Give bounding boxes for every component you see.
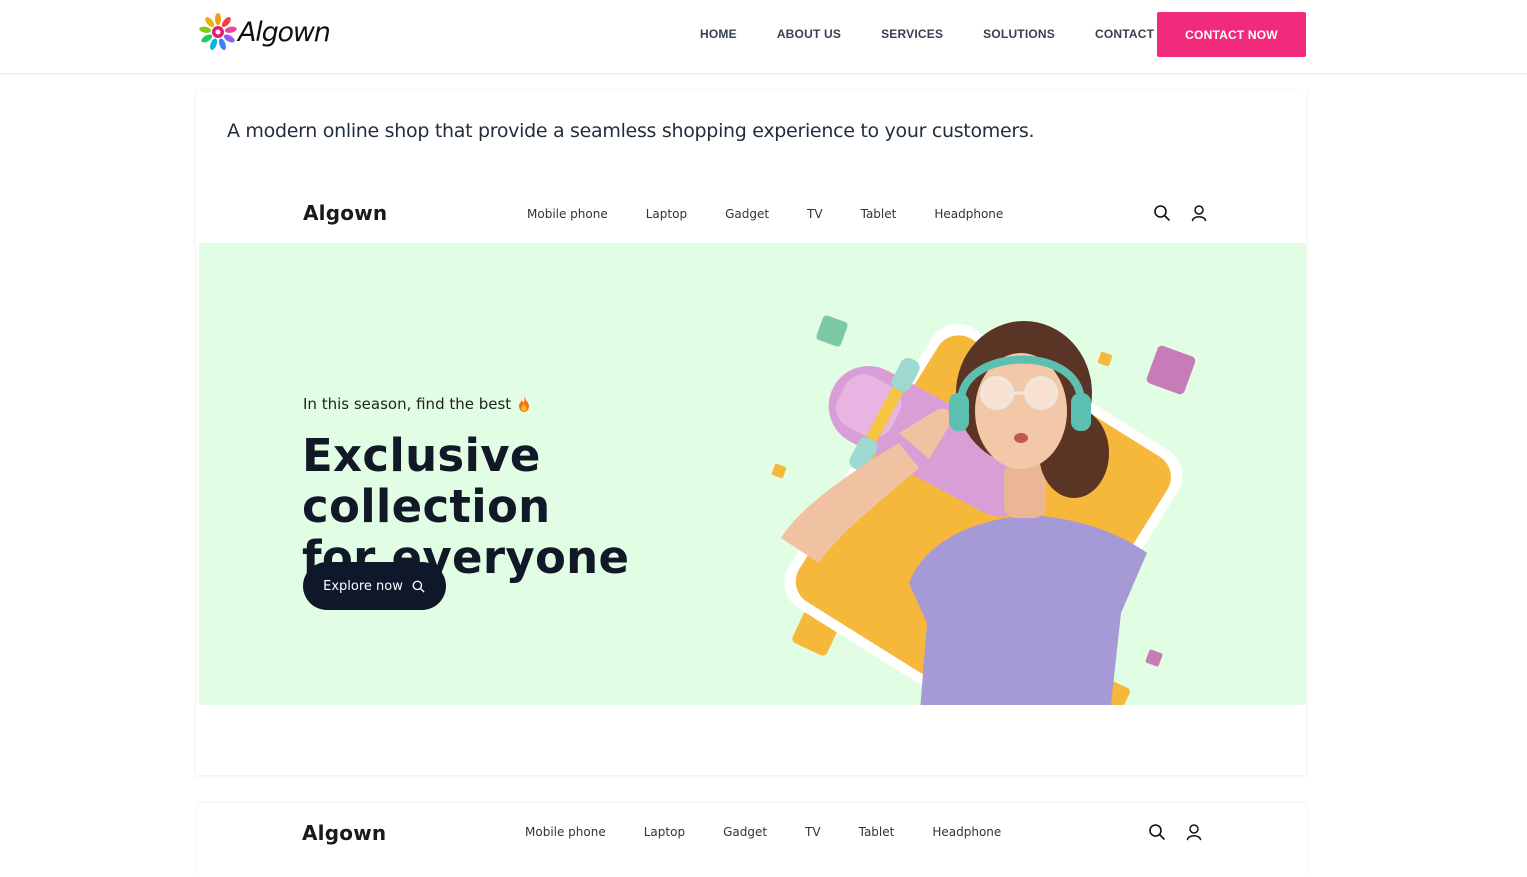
shop-preview: Algown Mobile phone Laptop Gadget TV Tab…	[199, 184, 1306, 705]
nav-home[interactable]: HOME	[680, 27, 757, 41]
hero-eyebrow: In this season, find the best	[303, 395, 530, 413]
shop-category-nav: Mobile phone Laptop Gadget TV Tablet Hea…	[525, 803, 1039, 861]
shop-link-tv[interactable]: TV	[805, 825, 821, 839]
showcase-card: A modern online shop that provide a seam…	[196, 90, 1306, 775]
shop-link-tablet[interactable]: Tablet	[859, 825, 895, 839]
search-icon	[412, 580, 425, 592]
explore-now-button[interactable]: Explore now	[303, 562, 446, 610]
shop-navbar: Algown Mobile phone Laptop Gadget TV Tab…	[199, 184, 1306, 243]
nav-services[interactable]: SERVICES	[861, 27, 963, 41]
shop-link-gadget[interactable]: Gadget	[725, 207, 769, 221]
shop-preview-2: Algown Mobile phone Laptop Gadget TV Tab…	[198, 803, 1306, 877]
card-description: A modern online shop that provide a seam…	[227, 120, 1035, 142]
site-header: Algown HOME ABOUT US SERVICES SOLUTIONS …	[0, 0, 1527, 74]
search-icon[interactable]	[1147, 822, 1167, 842]
brand-name: Algown	[238, 16, 331, 48]
shop-link-headphone[interactable]: Headphone	[932, 825, 1001, 839]
hero-eyebrow-text: In this season, find the best	[303, 395, 512, 413]
user-icon[interactable]	[1184, 822, 1204, 842]
shop-logo[interactable]: Algown	[303, 201, 387, 225]
confetti-square	[816, 315, 848, 347]
flower-logo-icon	[199, 13, 237, 50]
hero-title-line-1: Exclusive collection	[302, 429, 551, 533]
search-icon[interactable]	[1152, 203, 1172, 223]
contact-now-button[interactable]: CONTACT NOW	[1157, 12, 1306, 57]
shop-category-nav: Mobile phone Laptop Gadget TV Tablet Hea…	[527, 184, 1041, 243]
shop-link-mobile-phone[interactable]: Mobile phone	[525, 825, 606, 839]
nav-solutions[interactable]: SOLUTIONS	[963, 27, 1075, 41]
nav-about-us[interactable]: ABOUT US	[757, 27, 861, 41]
shop-link-laptop[interactable]: Laptop	[644, 825, 685, 839]
shop-link-headphone[interactable]: Headphone	[934, 207, 1003, 221]
shop-link-tablet[interactable]: Tablet	[861, 207, 897, 221]
user-icon[interactable]	[1189, 203, 1209, 223]
shop-link-laptop[interactable]: Laptop	[646, 207, 687, 221]
shop-link-mobile-phone[interactable]: Mobile phone	[527, 207, 608, 221]
shop-link-gadget[interactable]: Gadget	[723, 825, 767, 839]
flame-icon	[519, 396, 530, 412]
hero-model-image	[771, 315, 1196, 705]
main-nav: HOME ABOUT US SERVICES SOLUTIONS CONTACT	[680, 0, 1174, 68]
brand-logo[interactable]: Algown	[198, 12, 331, 52]
explore-now-label: Explore now	[323, 578, 403, 594]
hero-title: Exclusive collection for everyone	[302, 430, 792, 583]
shop-logo[interactable]: Algown	[302, 821, 386, 845]
hero-banner: In this season, find the best Exclusive …	[199, 243, 1306, 705]
shop-link-tv[interactable]: TV	[807, 207, 823, 221]
